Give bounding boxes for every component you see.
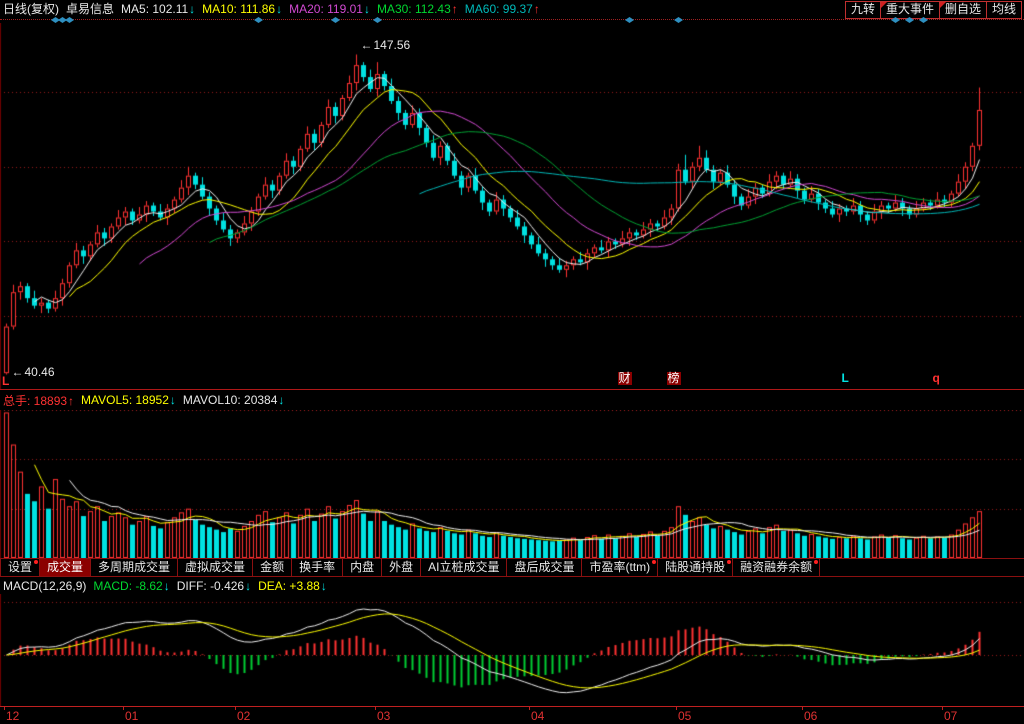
badge-cai[interactable]: 财 [618, 372, 632, 385]
volume-pane[interactable] [0, 410, 1024, 558]
month-tick [123, 707, 124, 710]
macd-param: MACD(12,26,9) [3, 579, 86, 593]
stock-chart-app: 日线(复权) 卓易信息 MA5: 102.11↓ MA10: 111.86↓ M… [0, 0, 1024, 724]
new-indicator-dot [34, 560, 38, 564]
month-tick [235, 707, 236, 710]
down-arrow-icon: ↓ [189, 2, 195, 16]
month-tick [676, 707, 677, 710]
diff-value: DIFF: -0.426↓ [177, 579, 251, 593]
up-arrow-icon: ↑ [534, 2, 540, 16]
month-label: 01 [125, 709, 138, 723]
macd-header: MACD(12,26,9) MACD: -8.62↓ DIFF: -0.426↓… [0, 577, 1024, 594]
down-arrow-icon: ↓ [245, 579, 251, 593]
date-axis: 12 01 02 03 04 05 06 07 [0, 706, 1024, 724]
volume-canvas[interactable] [0, 410, 1024, 558]
left-arrow-icon: ← [12, 365, 24, 379]
month-label: 07 [944, 709, 957, 723]
tab-inner-volume[interactable]: 内盘 [343, 559, 382, 576]
month-tick [4, 707, 5, 710]
tab-outer-volume[interactable]: 外盘 [382, 559, 421, 576]
tab-northbound-holdings[interactable]: 陆股通持股 [658, 559, 733, 576]
marker-l: L [842, 372, 849, 385]
dea-value: DEA: +3.88↓ [258, 579, 327, 593]
down-arrow-icon: ↓ [276, 2, 282, 16]
down-arrow-icon: ↓ [278, 393, 284, 407]
ma10-value: MA10: 111.86↓ [202, 2, 282, 16]
month-label: 06 [804, 709, 817, 723]
tab-margin-balance[interactable]: 融资融券余额 [733, 559, 820, 576]
month-label: 12 [6, 709, 19, 723]
mavol10-value: MAVOL10: 20384↓ [183, 393, 285, 407]
tab-pe-ttm[interactable]: 市盈率(ttm) [582, 559, 658, 576]
down-arrow-icon: ↓ [164, 579, 170, 593]
macd-pane[interactable] [0, 594, 1024, 706]
month-label: 03 [377, 709, 390, 723]
main-chart-pane[interactable]: ←147.56 ←40.46 财 榜 L q L [0, 23, 1024, 389]
new-indicator-dot [814, 560, 818, 564]
badge-bang[interactable]: 榜 [667, 372, 681, 385]
tab-volume[interactable]: 成交量 [40, 559, 91, 576]
marker-q: q [933, 372, 940, 385]
month-label: 02 [237, 709, 250, 723]
up-arrow-icon: ↑ [452, 2, 458, 16]
total-volume-value: 总手: 18893↑ [3, 392, 74, 409]
tab-virtual-volume[interactable]: 虚拟成交量 [178, 559, 253, 576]
high-price-annotation: ←147.56 [361, 38, 411, 52]
candlestick-canvas[interactable] [0, 23, 1024, 389]
tab-multi-period-volume[interactable]: 多周期成交量 [91, 559, 178, 576]
left-arrow-icon: ← [361, 38, 373, 52]
dotted-rule [0, 19, 1024, 20]
new-indicator-dot [652, 560, 656, 564]
stock-name: 卓易信息 [66, 0, 114, 17]
indicator-tab-bar: 设置 成交量 多周期成交量 虚拟成交量 金额 换手率 内盘 外盘 AI立桩成交量… [0, 558, 1024, 577]
period-label: 日线(复权) [3, 0, 59, 17]
month-tick [802, 707, 803, 710]
tab-amount[interactable]: 金额 [253, 559, 292, 576]
new-indicator-dot [727, 560, 731, 564]
up-arrow-icon: ↑ [68, 394, 74, 408]
tab-settings[interactable]: 设置 [0, 559, 40, 576]
month-label: 05 [678, 709, 691, 723]
down-arrow-icon: ↓ [321, 579, 327, 593]
ma5-value: MA5: 102.11↓ [121, 2, 195, 16]
month-tick [942, 707, 943, 710]
month-tick [375, 707, 376, 710]
month-tick [529, 707, 530, 710]
volume-header: 总手: 18893↑ MAVOL5: 18952↓ MAVOL10: 20384… [0, 389, 1024, 410]
mavol5-value: MAVOL5: 18952↓ [81, 393, 176, 407]
month-label: 04 [531, 709, 544, 723]
tab-after-hours-volume[interactable]: 盘后成交量 [507, 559, 582, 576]
down-arrow-icon: ↓ [170, 393, 176, 407]
tab-ai-volume[interactable]: AI立桩成交量 [421, 559, 507, 576]
ma30-value: MA30: 112.43↑ [377, 2, 458, 16]
macd-value: MACD: -8.62↓ [93, 579, 169, 593]
corner-l-marker: L [2, 374, 9, 388]
down-arrow-icon: ↓ [364, 2, 370, 16]
header-bar: 日线(复权) 卓易信息 MA5: 102.11↓ MA10: 111.86↓ M… [0, 0, 1024, 17]
macd-canvas[interactable] [0, 594, 1024, 706]
low-price-annotation: ←40.46 [12, 365, 55, 379]
tab-turnover-rate[interactable]: 换手率 [292, 559, 343, 576]
ma20-value: MA20: 119.01↓ [289, 2, 370, 16]
ma60-value: MA60: 99.37↑ [465, 2, 540, 16]
